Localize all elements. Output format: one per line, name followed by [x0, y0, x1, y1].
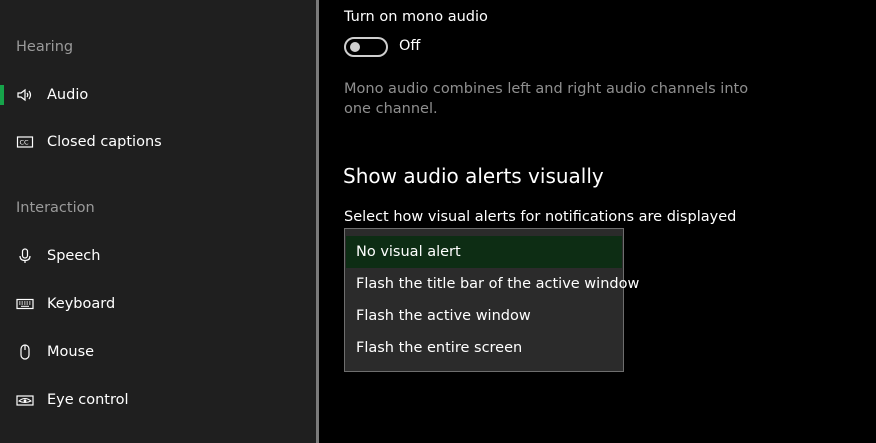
section-heading-hearing: Hearing	[16, 39, 74, 55]
toggle-knob	[350, 42, 360, 52]
mono-audio-toggle-state: Off	[399, 38, 421, 54]
dropdown-option-no-visual-alert[interactable]: No visual alert	[346, 236, 622, 268]
sidebar-item-label: Eye control	[47, 392, 129, 408]
dropdown-option-label: Flash the title bar of the active window	[356, 276, 640, 292]
dropdown-option-flash-active-window[interactable]: Flash the active window	[346, 300, 622, 332]
sidebar-item-speech[interactable]: Speech	[0, 236, 316, 276]
dropdown-option-label: Flash the entire screen	[356, 340, 523, 356]
sidebar-item-keyboard[interactable]: Keyboard	[0, 284, 316, 324]
dropdown-option-flash-title-bar[interactable]: Flash the title bar of the active window	[346, 268, 639, 300]
settings-window: Hearing Audio CC Closed captions Interac…	[0, 0, 876, 443]
sidebar-item-label: Speech	[47, 248, 101, 264]
sidebar-item-mouse[interactable]: Mouse	[0, 332, 316, 372]
mono-audio-title: Turn on mono audio	[344, 9, 488, 25]
selection-indicator	[0, 85, 4, 105]
mono-audio-description: Mono audio combines left and right audio…	[344, 81, 749, 117]
sidebar-item-label: Closed captions	[47, 134, 162, 150]
dropdown-option-label: No visual alert	[356, 244, 461, 260]
microphone-icon	[16, 247, 34, 265]
mono-audio-toggle[interactable]	[344, 37, 388, 57]
speaker-icon	[16, 86, 34, 104]
mouse-icon	[16, 343, 34, 361]
sidebar-item-audio[interactable]: Audio	[0, 75, 316, 115]
visual-alerts-dropdown[interactable]: No visual alert Flash the title bar of t…	[344, 228, 639, 372]
section-heading-interaction: Interaction	[16, 200, 95, 216]
dropdown-option-label: Flash the active window	[356, 308, 531, 324]
keyboard-icon	[16, 295, 34, 313]
sidebar-item-eye-control[interactable]: Eye control	[0, 380, 316, 420]
main-content: Turn on mono audio Off Mono audio combin…	[319, 0, 876, 443]
dropdown-option-flash-entire-screen[interactable]: Flash the entire screen	[346, 332, 622, 364]
closed-captions-icon: CC	[16, 133, 34, 151]
sidebar-item-label: Mouse	[47, 344, 95, 360]
eye-icon	[16, 391, 34, 409]
sidebar-item-closed-captions[interactable]: CC Closed captions	[0, 122, 316, 162]
visual-alerts-heading: Show audio alerts visually	[343, 164, 604, 188]
sidebar-item-label: Audio	[47, 87, 89, 103]
visual-alerts-label: Select how visual alerts for notificatio…	[344, 209, 737, 225]
sidebar-item-label: Keyboard	[47, 296, 116, 312]
sidebar: Hearing Audio CC Closed captions Interac…	[0, 0, 316, 443]
svg-text:CC: CC	[20, 139, 30, 147]
